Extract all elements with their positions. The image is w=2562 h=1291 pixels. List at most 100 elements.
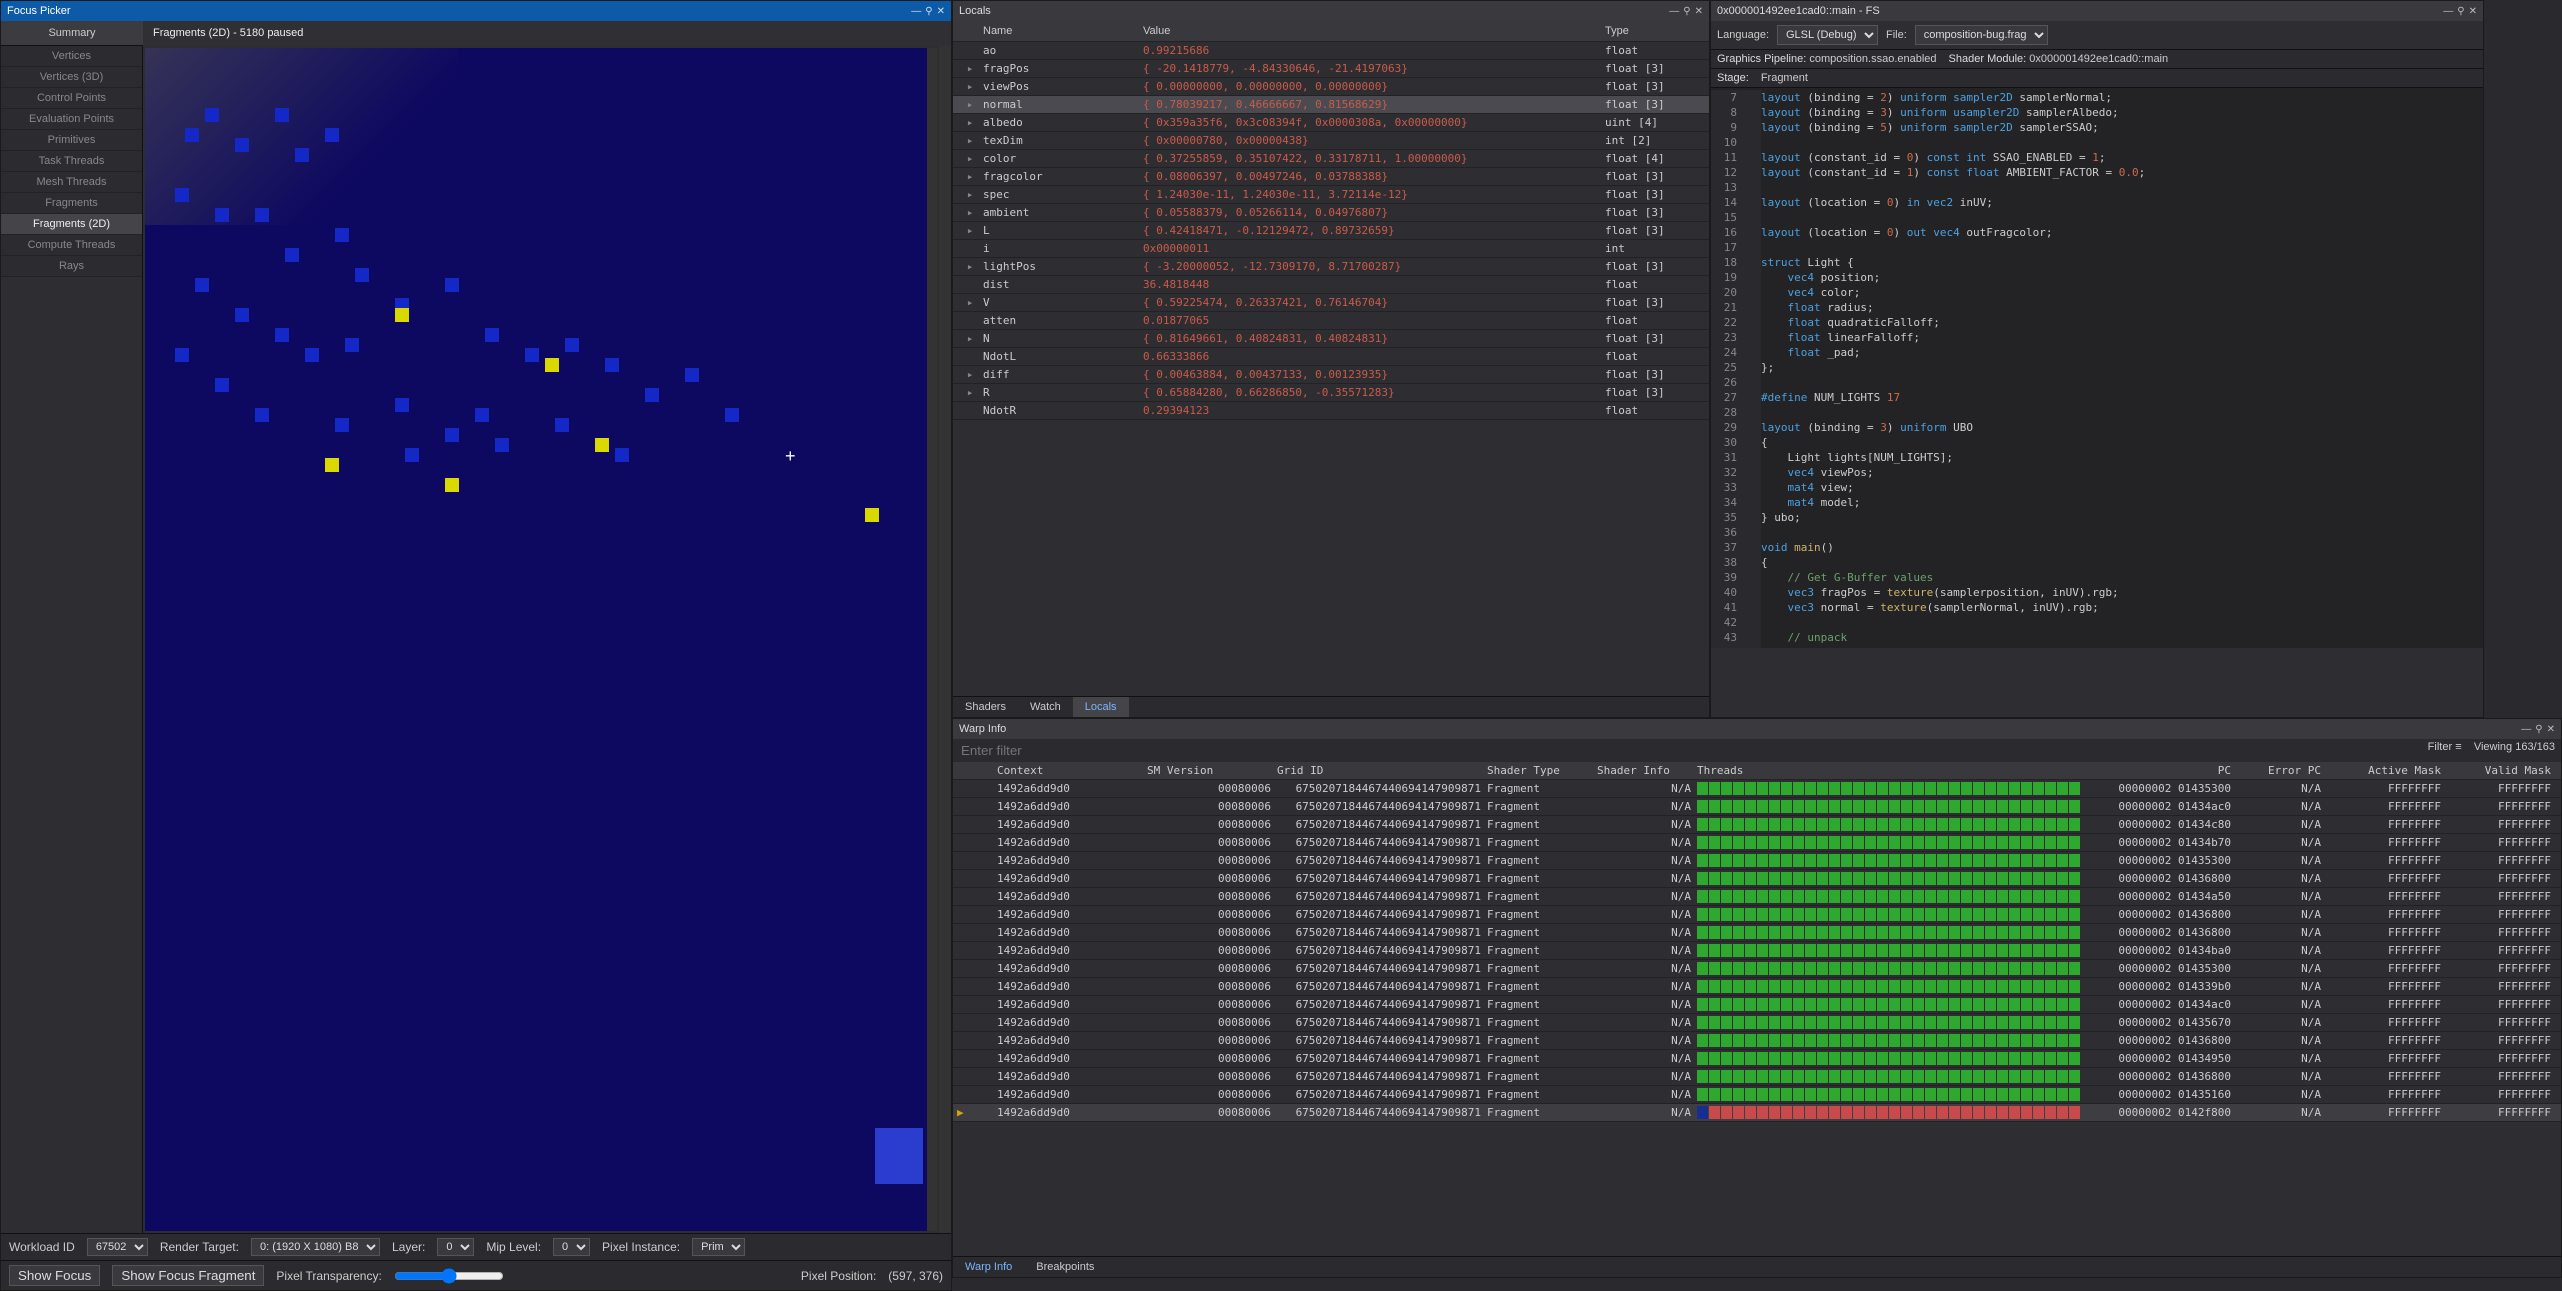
expander-icon[interactable]: ▸ — [957, 170, 983, 183]
code-line[interactable]: 19 vec4 position; — [1711, 270, 2483, 285]
code-line[interactable]: 12layout (constant_id = 1) const float A… — [1711, 165, 2483, 180]
gutter[interactable] — [1745, 120, 1761, 135]
warp-threads[interactable] — [1697, 944, 2097, 957]
close-icon[interactable]: ✕ — [937, 6, 945, 17]
side-tab-mesh-threads[interactable]: Mesh Threads — [1, 172, 142, 193]
close-icon[interactable]: ✕ — [2547, 724, 2555, 735]
lang-select[interactable]: GLSL (Debug) — [1777, 25, 1878, 45]
locals-row[interactable]: ▸ texDim { 0x00000780, 0x00000438} int [… — [953, 132, 1709, 150]
gutter[interactable] — [1745, 585, 1761, 600]
code-line[interactable]: 30{ — [1711, 435, 2483, 450]
code-line[interactable]: 37void main() — [1711, 540, 2483, 555]
warp-col-header[interactable]: Grid ID — [1277, 764, 1487, 777]
fragment-pixel[interactable] — [255, 408, 269, 422]
mip-select[interactable]: 0 — [553, 1238, 590, 1256]
source-code[interactable]: 7layout (binding = 2) uniform sampler2D … — [1711, 88, 2483, 648]
gutter[interactable] — [1745, 405, 1761, 420]
gutter[interactable] — [1745, 300, 1761, 315]
gutter[interactable] — [1745, 225, 1761, 240]
code-line[interactable]: 24 float _pad; — [1711, 345, 2483, 360]
pin-icon[interactable]: ⚲ — [2535, 724, 2542, 735]
locals-row[interactable]: ao 0.99215686 float — [953, 42, 1709, 60]
code-line[interactable]: 11layout (constant_id = 0) const int SSA… — [1711, 150, 2483, 165]
gutter[interactable] — [1745, 615, 1761, 630]
locals-row[interactable]: ▸ fragPos { -20.1418779, -4.84330646, -2… — [953, 60, 1709, 78]
warp-row[interactable]: 1492a6dd9d0 00080006 6750207184467440694… — [953, 870, 2561, 888]
gutter[interactable] — [1745, 165, 1761, 180]
locals-row[interactable]: ▸ albedo { 0x359a35f6, 0x3c08394f, 0x000… — [953, 114, 1709, 132]
fragment-pixel[interactable] — [295, 148, 309, 162]
gutter[interactable] — [1745, 435, 1761, 450]
code-line[interactable]: 10 — [1711, 135, 2483, 150]
code-line[interactable]: 42 — [1711, 615, 2483, 630]
warp-col-header[interactable]: Active Mask — [2327, 764, 2447, 777]
gutter[interactable] — [1745, 420, 1761, 435]
warp-threads[interactable] — [1697, 890, 2097, 903]
fragment-pixel[interactable] — [255, 208, 269, 222]
locals-row[interactable]: ▸ spec { 1.24030e-11, 1.24030e-11, 3.721… — [953, 186, 1709, 204]
gutter[interactable] — [1745, 540, 1761, 555]
gutter[interactable] — [1745, 375, 1761, 390]
code-line[interactable]: 43 // unpack — [1711, 630, 2483, 645]
fragment-pixel[interactable] — [195, 278, 209, 292]
locals-row[interactable]: ▸ normal { 0.78039217, 0.46666667, 0.815… — [953, 96, 1709, 114]
side-tab-control-points[interactable]: Control Points — [1, 88, 142, 109]
locals-row[interactable]: ▸ color { 0.37255859, 0.35107422, 0.3317… — [953, 150, 1709, 168]
fragment-pixel[interactable] — [215, 378, 229, 392]
fragment-pixel[interactable] — [405, 448, 419, 462]
warp-threads[interactable] — [1697, 980, 2097, 993]
expander-icon[interactable]: ▸ — [957, 260, 983, 273]
fragment-pixel[interactable] — [525, 348, 539, 362]
gutter[interactable] — [1745, 570, 1761, 585]
warp-col-header[interactable]: PC — [2097, 764, 2237, 777]
side-tab-task-threads[interactable]: Task Threads — [1, 151, 142, 172]
expander-icon[interactable]: ▸ — [957, 116, 983, 129]
expander-icon[interactable]: ▸ — [957, 188, 983, 201]
side-tab-primitives[interactable]: Primitives — [1, 130, 142, 151]
locals-row[interactable]: dist 36.4818448 float — [953, 276, 1709, 294]
gutter[interactable] — [1745, 645, 1761, 648]
code-line[interactable]: 39 // Get G-Buffer values — [1711, 570, 2483, 585]
code-line[interactable]: 9layout (binding = 5) uniform sampler2D … — [1711, 120, 2483, 135]
fragment-pixel[interactable] — [565, 338, 579, 352]
source-title-bar[interactable]: 0x000001492ee1cad0::main - FS — ⚲ ✕ — [1711, 1, 2483, 21]
code-line[interactable]: 15 — [1711, 210, 2483, 225]
code-line[interactable]: 34 mat4 model; — [1711, 495, 2483, 510]
warp-row[interactable]: 1492a6dd9d0 00080006 6750207184467440694… — [953, 906, 2561, 924]
fragment-viewport[interactable]: + — [145, 48, 937, 1231]
warp-row[interactable]: 1492a6dd9d0 00080006 6750207184467440694… — [953, 1086, 2561, 1104]
gutter[interactable] — [1745, 210, 1761, 225]
code-line[interactable]: 14layout (location = 0) in vec2 inUV; — [1711, 195, 2483, 210]
side-tab-rays[interactable]: Rays — [1, 256, 142, 277]
warp-row[interactable]: ▶ 1492a6dd9d0 00080006 67502071844674406… — [953, 1104, 2561, 1122]
filter-label[interactable]: Filter — [2428, 741, 2452, 753]
warp-col-header[interactable]: Shader Type — [1487, 764, 1597, 777]
warp-threads[interactable] — [1697, 962, 2097, 975]
code-line[interactable]: 29layout (binding = 3) uniform UBO — [1711, 420, 2483, 435]
warp-tab-warp-info[interactable]: Warp Info — [953, 1257, 1024, 1277]
fragment-pixel[interactable] — [445, 278, 459, 292]
fragment-pixel[interactable] — [185, 128, 199, 142]
gutter[interactable] — [1745, 195, 1761, 210]
warp-col-header[interactable]: Valid Mask — [2447, 764, 2557, 777]
expander-icon[interactable]: ▸ — [957, 386, 983, 399]
warp-row[interactable]: 1492a6dd9d0 00080006 6750207184467440694… — [953, 834, 2561, 852]
fragment-pixel[interactable] — [615, 448, 629, 462]
gutter[interactable] — [1745, 495, 1761, 510]
warp-row[interactable]: 1492a6dd9d0 00080006 6750207184467440694… — [953, 798, 2561, 816]
fragment-pixel[interactable] — [215, 208, 229, 222]
code-line[interactable]: 23 float linearFalloff; — [1711, 330, 2483, 345]
gutter[interactable] — [1745, 135, 1761, 150]
minimize-icon[interactable]: — — [2521, 724, 2531, 735]
file-select[interactable]: composition-bug.frag — [1915, 25, 2048, 45]
warp-row[interactable]: 1492a6dd9d0 00080006 6750207184467440694… — [953, 1050, 2561, 1068]
pin-icon[interactable]: ⚲ — [1683, 6, 1690, 17]
expander-icon[interactable]: ▸ — [957, 152, 983, 165]
focus-picker-title-bar[interactable]: Focus Picker — ⚲ ✕ — [1, 1, 951, 21]
summary-tab[interactable]: Summary — [1, 21, 143, 46]
code-line[interactable]: 33 mat4 view; — [1711, 480, 2483, 495]
warp-filter-input[interactable] — [959, 741, 1159, 760]
expander-icon[interactable]: ▸ — [957, 80, 983, 93]
warp-col-header[interactable]: Threads — [1697, 764, 2097, 777]
gutter[interactable] — [1745, 90, 1761, 105]
